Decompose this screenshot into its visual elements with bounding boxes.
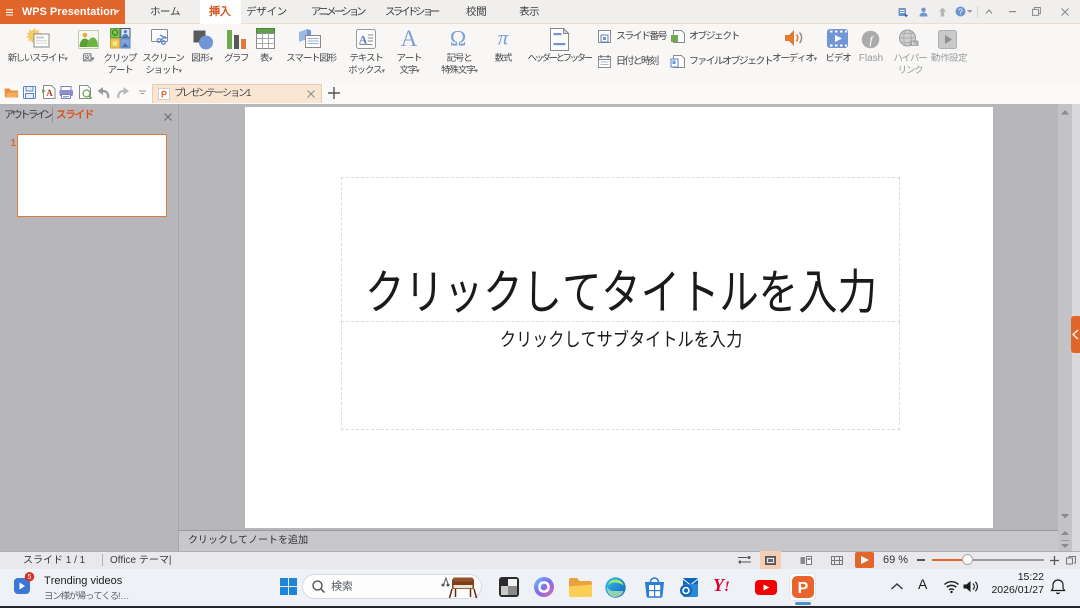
svg-text:?: ? — [958, 7, 963, 16]
svg-text:A: A — [401, 26, 418, 51]
svg-text:P: P — [161, 90, 167, 100]
svg-text:π: π — [498, 26, 509, 50]
svg-text:A: A — [46, 88, 53, 98]
svg-text:bc: bc — [912, 41, 918, 46]
svg-text:5: 5 — [28, 574, 32, 581]
svg-text:P: P — [798, 580, 809, 597]
svg-text:Ω: Ω — [450, 26, 466, 51]
